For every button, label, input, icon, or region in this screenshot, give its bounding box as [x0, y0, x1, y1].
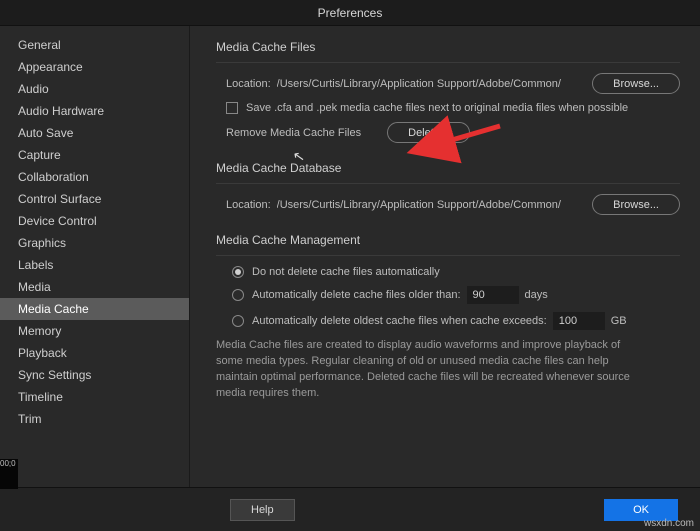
- sidebar-label: Timeline: [18, 390, 63, 404]
- sidebar-label: Sync Settings: [18, 368, 91, 382]
- group-media-cache-files: Media Cache Files Location: /Users/Curti…: [216, 40, 680, 143]
- browse-cache-db-button[interactable]: Browse...: [592, 194, 680, 215]
- group-media-cache-database: Media Cache Database Location: /Users/Cu…: [216, 161, 680, 215]
- sidebar-label: Playback: [18, 346, 67, 360]
- sidebar-label: Labels: [18, 258, 53, 272]
- preferences-window: Preferences General Appearance Audio Aud…: [0, 0, 700, 531]
- divider: [216, 62, 680, 63]
- cache-mgmt-description: Media Cache files are created to display…: [216, 338, 646, 402]
- group-title-cache-files: Media Cache Files: [216, 40, 680, 54]
- dialog-body: General Appearance Audio Audio Hardware …: [0, 26, 700, 487]
- sidebar-label: Graphics: [18, 236, 66, 250]
- sidebar-item-auto-save[interactable]: Auto Save: [0, 122, 189, 144]
- sidebar-label: Device Control: [18, 214, 97, 228]
- sidebar-item-media-cache[interactable]: Media Cache: [0, 298, 189, 320]
- window-title: Preferences: [318, 6, 383, 20]
- sidebar-label: Capture: [18, 148, 61, 162]
- background-timecode: 00;0: [0, 459, 18, 489]
- sidebar-label: Media Cache: [18, 302, 89, 316]
- sidebar-label: General: [18, 38, 61, 52]
- radio-label: Automatically delete cache files older t…: [252, 289, 461, 301]
- sidebar-item-media[interactable]: Media: [0, 276, 189, 298]
- sidebar-item-playback[interactable]: Playback: [0, 342, 189, 364]
- sidebar-item-collaboration[interactable]: Collaboration: [0, 166, 189, 188]
- sidebar-label: Audio Hardware: [18, 104, 104, 118]
- sidebar-item-capture[interactable]: Capture: [0, 144, 189, 166]
- row-opt-older: Automatically delete cache files older t…: [216, 286, 680, 304]
- group-title-cache-db: Media Cache Database: [216, 161, 680, 175]
- sidebar-item-general[interactable]: General: [0, 34, 189, 56]
- row-cache-db-location: Location: /Users/Curtis/Library/Applicat…: [216, 194, 680, 215]
- days-input[interactable]: [467, 286, 519, 304]
- radio-dot: [232, 266, 244, 278]
- sidebar-label: Appearance: [18, 60, 83, 74]
- sidebar-item-labels[interactable]: Labels: [0, 254, 189, 276]
- browse-cache-files-button[interactable]: Browse...: [592, 73, 680, 94]
- sidebar-item-timeline[interactable]: Timeline: [0, 386, 189, 408]
- days-unit: days: [525, 289, 548, 301]
- radio-do-not-delete[interactable]: Do not delete cache files automatically: [232, 266, 440, 278]
- radio-dot: [232, 289, 244, 301]
- cache-db-path: /Users/Curtis/Library/Application Suppor…: [277, 199, 586, 211]
- sidebar-label: Collaboration: [18, 170, 89, 184]
- group-media-cache-management: Media Cache Management Do not delete cac…: [216, 233, 680, 402]
- divider: [216, 255, 680, 256]
- sidebar-label: Media: [18, 280, 51, 294]
- content-pane: Media Cache Files Location: /Users/Curti…: [190, 26, 700, 487]
- sidebar-item-graphics[interactable]: Graphics: [0, 232, 189, 254]
- row-opt-size: Automatically delete oldest cache files …: [216, 312, 680, 330]
- sidebar-item-memory[interactable]: Memory: [0, 320, 189, 342]
- divider: [216, 183, 680, 184]
- sidebar-label: Trim: [18, 412, 42, 426]
- footer: Help OK: [0, 487, 700, 531]
- remove-cache-label: Remove Media Cache Files: [226, 127, 361, 139]
- sidebar-label: Control Surface: [18, 192, 101, 206]
- cache-files-path: /Users/Curtis/Library/Application Suppor…: [277, 78, 586, 90]
- location-label: Location:: [226, 199, 271, 211]
- sidebar-item-audio-hardware[interactable]: Audio Hardware: [0, 100, 189, 122]
- sidebar-item-appearance[interactable]: Appearance: [0, 56, 189, 78]
- sidebar-label: Auto Save: [18, 126, 73, 140]
- sidebar-item-trim[interactable]: Trim: [0, 408, 189, 430]
- timecode-text: 00;0: [0, 459, 16, 468]
- help-button[interactable]: Help: [230, 499, 295, 521]
- sidebar-item-sync-settings[interactable]: Sync Settings: [0, 364, 189, 386]
- row-opt-none: Do not delete cache files automatically: [216, 266, 680, 278]
- gb-unit: GB: [611, 315, 627, 327]
- row-remove-cache-files: Remove Media Cache Files Delete...: [216, 122, 680, 143]
- radio-label: Do not delete cache files automatically: [252, 266, 440, 278]
- gb-input[interactable]: [553, 312, 605, 330]
- delete-cache-files-button[interactable]: Delete...: [387, 122, 470, 143]
- sidebar-item-control-surface[interactable]: Control Surface: [0, 188, 189, 210]
- radio-delete-when-exceeds[interactable]: Automatically delete oldest cache files …: [232, 315, 547, 327]
- location-label: Location:: [226, 78, 271, 90]
- sidebar: General Appearance Audio Audio Hardware …: [0, 26, 190, 487]
- sidebar-item-audio[interactable]: Audio: [0, 78, 189, 100]
- radio-label: Automatically delete oldest cache files …: [252, 315, 547, 327]
- checkbox-box: [226, 102, 238, 114]
- save-next-to-originals-checkbox[interactable]: Save .cfa and .pek media cache files nex…: [226, 102, 628, 114]
- row-cache-files-location: Location: /Users/Curtis/Library/Applicat…: [216, 73, 680, 94]
- sidebar-item-device-control[interactable]: Device Control: [0, 210, 189, 232]
- row-save-next-to-originals: Save .cfa and .pek media cache files nex…: [216, 102, 680, 114]
- radio-dot: [232, 315, 244, 327]
- group-title-cache-mgmt: Media Cache Management: [216, 233, 680, 247]
- checkbox-label: Save .cfa and .pek media cache files nex…: [246, 102, 628, 114]
- sidebar-label: Memory: [18, 324, 61, 338]
- titlebar: Preferences: [0, 0, 700, 26]
- sidebar-label: Audio: [18, 82, 49, 96]
- radio-delete-older-than[interactable]: Automatically delete cache files older t…: [232, 289, 461, 301]
- watermark: wsxdn.com: [644, 518, 694, 529]
